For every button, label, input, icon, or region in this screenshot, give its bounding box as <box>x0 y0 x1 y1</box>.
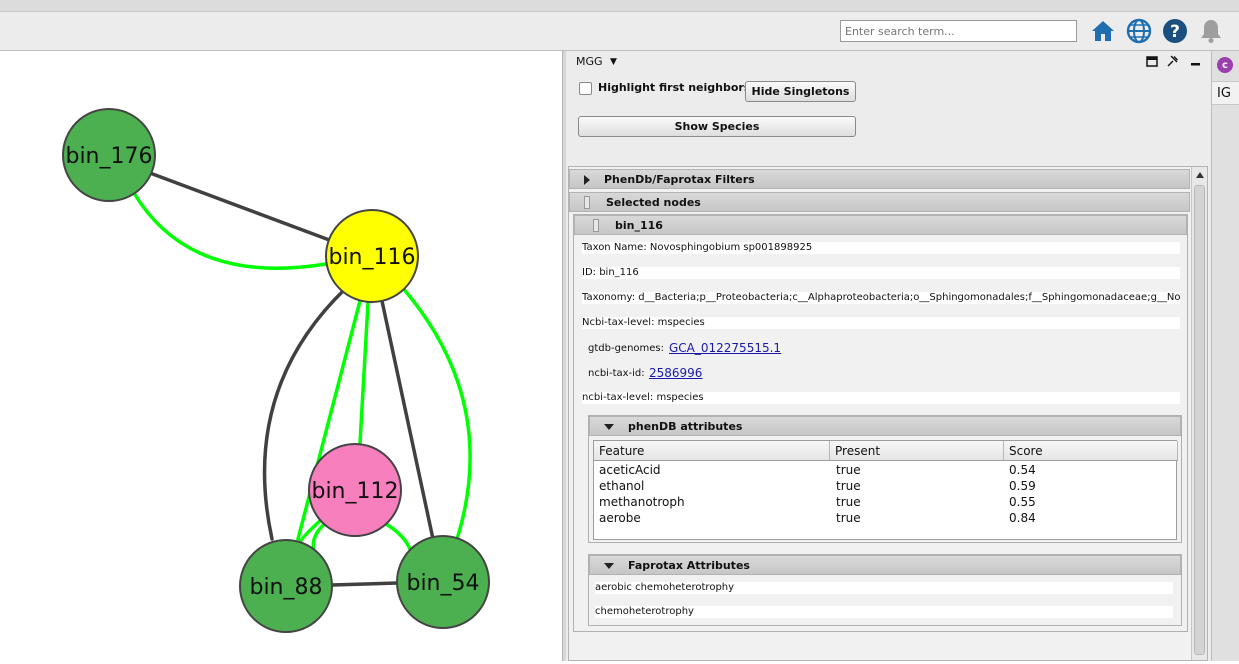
gtdb-genomes-label: gtdb-genomes: <box>588 343 665 354</box>
home-icon[interactable] <box>1090 18 1116 44</box>
table-cell: true <box>836 495 861 509</box>
globe-icon[interactable] <box>1126 18 1152 44</box>
node-label-bin-112: bin_112 <box>311 479 398 504</box>
minimize-icon[interactable] <box>1190 57 1201 67</box>
scroll-thumb[interactable] <box>1194 185 1205 655</box>
taxon-name-field: Taxon Name: Novosphingobium sp001898925 <box>582 242 1180 254</box>
scroll-up-icon[interactable] <box>1193 169 1207 181</box>
search-input[interactable] <box>840 20 1077 42</box>
faprotax-panel: Faprotax Attributes aerobic chemoheterot… <box>588 554 1182 626</box>
bell-icon[interactable] <box>1198 18 1224 44</box>
phendb-title: phenDB attributes <box>628 420 743 433</box>
faprotax-item: aerobic chemoheterotrophy <box>595 582 1173 594</box>
table-cell: true <box>836 463 861 477</box>
node-bin-112[interactable]: bin_112 <box>308 443 402 537</box>
filters-section-title: PhenDb/Faprotax Filters <box>604 173 755 186</box>
table-cell: methanotroph <box>599 495 685 509</box>
node-label-bin-176: bin_176 <box>65 144 152 169</box>
phendb-panel: phenDB attributes Feature Present Score … <box>588 415 1182 543</box>
highlight-neighbors-label: Highlight first neighbors <box>598 81 751 94</box>
ncbi-tax-id-label: ncbi-tax-id: <box>588 368 645 379</box>
highlight-neighbors-checkbox[interactable] <box>579 82 592 95</box>
edge-116-112-positive[interactable] <box>358 301 370 445</box>
mgg-panel: MGG ▼ Highlight first neighbors Hide Sin… <box>566 51 1211 661</box>
column-header-feature[interactable]: Feature <box>594 441 830 461</box>
hide-singletons-button[interactable]: Hide Singletons <box>745 81 856 102</box>
taxonomy-field: Taxonomy: d__Bacteria;p__Proteobacteria;… <box>582 292 1180 304</box>
app-badge-icon[interactable]: c <box>1217 57 1233 73</box>
panel-title[interactable]: MGG <box>576 55 603 68</box>
details-scroll-area[interactable]: PhenDb/Faprotax Filters Selected nodes b… <box>568 166 1208 661</box>
network-canvas[interactable]: bin_176 bin_116 bin_112 bin_88 bin_54 <box>0 51 562 661</box>
ncbi-tax-level-field-2: ncbi-tax-level: mspecies <box>582 392 1180 404</box>
ncbi-tax-id-link[interactable]: 2586996 <box>649 366 702 380</box>
panel-header: MGG ▼ <box>566 51 1211 73</box>
node-detail-title: bin_116 <box>615 219 663 232</box>
node-detail-panel: bin_116 Taxon Name: Novosphingobium sp00… <box>573 214 1188 632</box>
node-bin-54[interactable]: bin_54 <box>396 535 490 629</box>
table-cell: 0.59 <box>1009 479 1036 493</box>
table-cell: 0.55 <box>1009 495 1036 509</box>
collapse-down-icon <box>604 424 614 430</box>
faprotax-title: Faprotax Attributes <box>628 559 750 572</box>
selected-nodes-section-header[interactable]: Selected nodes <box>569 192 1190 212</box>
edge-88-54-negative[interactable] <box>330 581 400 587</box>
edge-176-116-negative[interactable] <box>148 171 334 243</box>
node-bin-88[interactable]: bin_88 <box>239 539 333 633</box>
node-detail-header[interactable]: bin_116 <box>574 215 1187 235</box>
help-icon[interactable]: ? <box>1162 18 1188 44</box>
pin-icon[interactable] <box>1167 55 1179 67</box>
table-cell: true <box>836 511 861 525</box>
show-species-button[interactable]: Show Species <box>578 116 856 137</box>
gtdb-genomes-link[interactable]: GCA_012275515.1 <box>669 341 781 355</box>
edge-112-54-positive[interactable] <box>384 522 412 551</box>
node-label-bin-116: bin_116 <box>328 245 415 270</box>
collapse-down-icon <box>604 563 614 569</box>
ncbi-tax-level-field: Ncbi-tax-level: mspecies <box>582 317 1180 329</box>
table-cell: aceticAcid <box>599 463 661 477</box>
side-tab[interactable]: IG <box>1212 81 1239 105</box>
window-top-strip <box>0 0 1239 12</box>
id-field: ID: bin_116 <box>582 267 1180 279</box>
vertical-scrollbar[interactable] <box>1191 167 1207 660</box>
faprotax-item: chemoheterotrophy <box>595 606 1173 618</box>
node-label-bin-54: bin_54 <box>406 571 479 596</box>
node-bin-116[interactable]: bin_116 <box>325 209 419 303</box>
table-cell: 0.54 <box>1009 463 1036 477</box>
selected-nodes-title: Selected nodes <box>606 196 701 209</box>
node-label-bin-88: bin_88 <box>249 575 322 600</box>
network-graph[interactable]: bin_176 bin_116 bin_112 bin_88 bin_54 <box>0 51 562 661</box>
faprotax-header[interactable]: Faprotax Attributes <box>589 555 1181 575</box>
float-window-icon[interactable] <box>1146 56 1158 67</box>
svg-text:?: ? <box>1170 22 1180 42</box>
main-toolbar: ? <box>0 12 1239 51</box>
expand-right-icon <box>584 175 590 185</box>
table-cell: true <box>836 479 861 493</box>
edge-116-54-positive[interactable] <box>400 285 472 541</box>
right-side-strip: c IG <box>1211 51 1239 661</box>
table-cell: aerobe <box>599 511 641 525</box>
collapse-handle-icon <box>593 219 599 232</box>
filters-section-header[interactable]: PhenDb/Faprotax Filters <box>569 169 1190 189</box>
column-header-score[interactable]: Score <box>1004 441 1178 461</box>
column-header-present[interactable]: Present <box>830 441 1004 461</box>
table-cell: 0.84 <box>1009 511 1036 525</box>
node-bin-176[interactable]: bin_176 <box>62 108 156 202</box>
panel-dropdown-icon[interactable]: ▼ <box>610 57 617 67</box>
phendb-header[interactable]: phenDB attributes <box>589 416 1181 436</box>
phendb-table[interactable]: Feature Present Score aceticAcid true 0.… <box>593 440 1178 540</box>
collapse-handle-icon <box>584 196 590 209</box>
table-cell: ethanol <box>599 479 645 493</box>
